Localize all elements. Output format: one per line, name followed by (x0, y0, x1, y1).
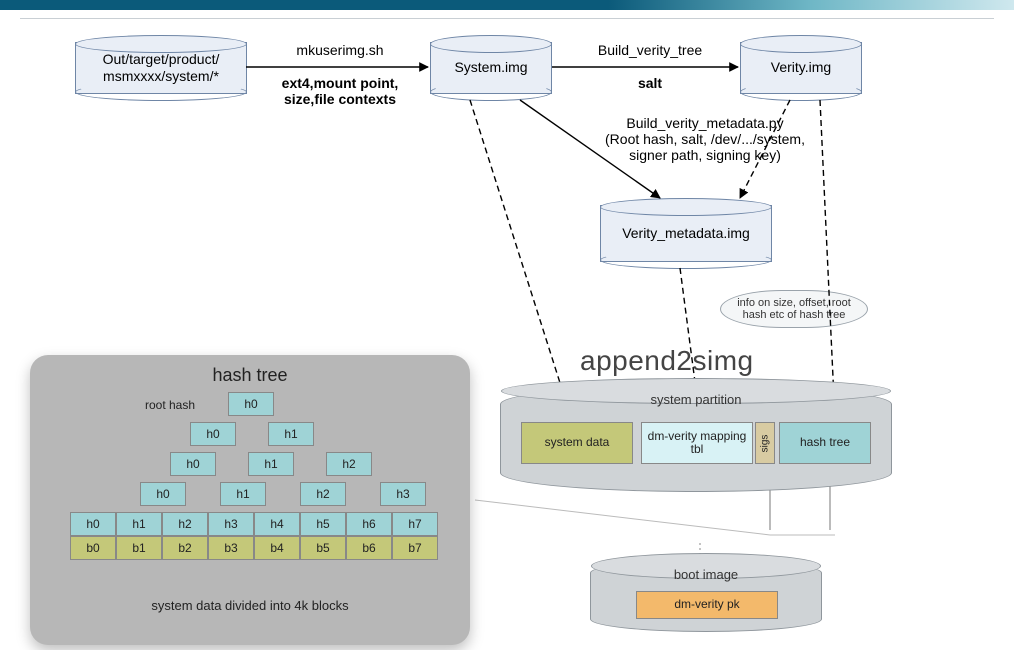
header-gradient (0, 0, 1014, 10)
edge-buildmeta: Build_verity_metadata.py (Root hash, sal… (575, 115, 835, 163)
edge-buildtree-bottom: salt (570, 75, 730, 91)
tree-cell: h1 (248, 452, 294, 476)
tree-cell: h3 (208, 512, 254, 536)
tree-cell: h1 (220, 482, 266, 506)
root-hash-label: root hash (145, 398, 195, 412)
boot-image-disc: boot image dm-verity pk (590, 560, 822, 632)
tree-cell: b3 (208, 536, 254, 560)
tree-cell: h0 (140, 482, 186, 506)
tree-cell: h2 (300, 482, 346, 506)
node-metadata-label: Verity_metadata.img (616, 225, 756, 243)
hash-tree-caption: system data divided into 4k blocks (30, 598, 470, 613)
node-metadata: Verity_metadata.img (600, 205, 772, 262)
node-system-label: System.img (448, 59, 533, 77)
hash-tree-pyramid: root hash h0 h0 h1 h0 h1 h2 h0 h1 h2 h3 … (30, 392, 470, 592)
hash-tree-title: hash tree (30, 365, 470, 386)
info-bubble: info on size, offset, root hash etc of h… (720, 290, 868, 328)
tree-cell: b0 (70, 536, 116, 560)
node-verity: Verity.img (740, 42, 862, 94)
slot-mapping-table: dm-verity mapping tbl (641, 422, 753, 464)
header-rule (20, 18, 994, 19)
tree-cell: h4 (254, 512, 300, 536)
tree-cell: b6 (346, 536, 392, 560)
append2simg-label: append2simg (580, 345, 754, 377)
node-source-line2: msmxxxx/system/* (97, 68, 225, 84)
slot-hash-tree: hash tree (779, 422, 871, 464)
node-verity-label: Verity.img (765, 59, 837, 77)
edge-buildmeta-l1: Build_verity_metadata.py (626, 115, 783, 131)
system-partition-title: system partition (501, 392, 891, 407)
boot-image-title: boot image (591, 567, 821, 582)
slot-sigs: sigs (755, 422, 775, 464)
system-partition-disc: system partition system data dm-verity m… (500, 385, 892, 492)
edge-mkuserimg-bottom: ext4,mount point, size,file contexts (255, 75, 425, 107)
tree-cell: h2 (162, 512, 208, 536)
tree-cell: h3 (380, 482, 426, 506)
tree-cell: h2 (326, 452, 372, 476)
slot-system-data: system data (521, 422, 633, 464)
edge-buildmeta-l2: (Root hash, salt, /dev/.../system, (605, 131, 805, 147)
tree-cell: h0 (228, 392, 274, 416)
tree-cell: b7 (392, 536, 438, 560)
edge-buildtree-top: Build_verity_tree (570, 42, 730, 58)
tree-cell: h1 (116, 512, 162, 536)
tree-cell: b4 (254, 536, 300, 560)
hash-tree-panel: hash tree root hash h0 h0 h1 h0 h1 h2 h0… (30, 355, 470, 645)
slot-dm-verity-pk: dm-verity pk (636, 591, 778, 619)
tree-cell: h0 (190, 422, 236, 446)
node-source-line1: Out/target/product/ (97, 51, 226, 67)
tree-cell: b5 (300, 536, 346, 560)
tree-cell: h5 (300, 512, 346, 536)
node-system: System.img (430, 42, 552, 94)
tree-cell: h7 (392, 512, 438, 536)
tree-cell: b1 (116, 536, 162, 560)
tree-cell: b2 (162, 536, 208, 560)
tree-cell: h1 (268, 422, 314, 446)
edge-buildmeta-l3: signer path, signing key) (629, 147, 781, 163)
edge-mkuserimg-top: mkuserimg.sh (260, 42, 420, 58)
node-source: Out/target/product/ msmxxxx/system/* (75, 42, 247, 94)
tree-cell: h0 (170, 452, 216, 476)
tree-cell: h6 (346, 512, 392, 536)
tree-cell: h0 (70, 512, 116, 536)
